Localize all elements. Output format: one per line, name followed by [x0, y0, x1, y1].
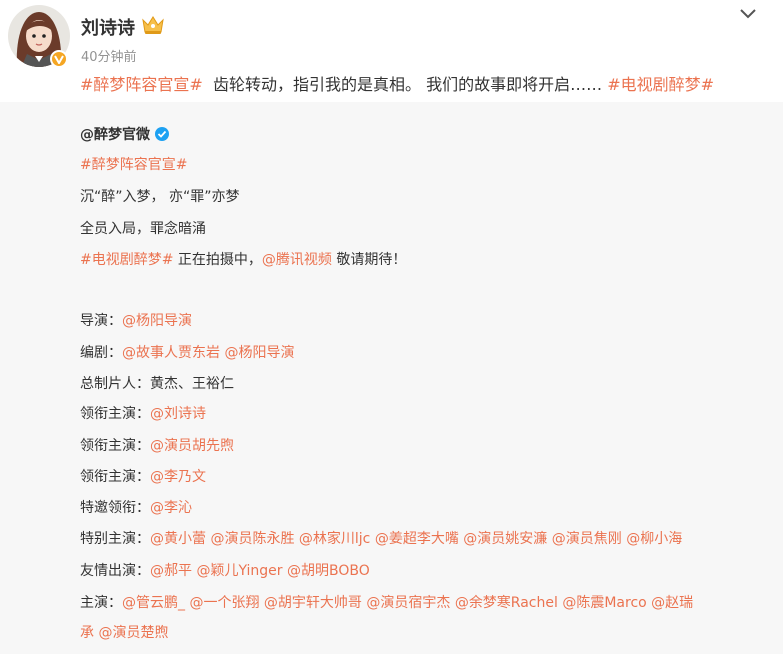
credit-line: 领衔主演：@刘诗诗 [80, 403, 206, 423]
verified-icon [155, 127, 169, 141]
quote-text: 正在拍摄中， [173, 252, 262, 268]
mention-link[interactable]: @演员焦刚 [552, 531, 626, 547]
credit-line: 领衔主演：@李乃文 [80, 466, 206, 486]
mention-link[interactable]: @演员陈永胜 [210, 531, 298, 547]
post-body: 齿轮转动，指引我的是真相。 我们的故事即将开启…… [213, 75, 603, 94]
credit-label: 总制片人： [80, 376, 150, 392]
credit-label: 主演： [80, 595, 122, 611]
mention-link[interactable]: @刘诗诗 [150, 406, 206, 422]
mention-link[interactable]: @林家川ljc [299, 531, 375, 547]
mention-link[interactable]: @故事人贾东岩 [122, 345, 224, 361]
mention-link[interactable]: @颖儿Yinger [196, 563, 287, 579]
credit-line: 导演：@杨阳导演 [80, 310, 192, 330]
credit-line: 领衔主演：@演员胡先煦 [80, 435, 234, 455]
quote-line: 沉“醉”入梦， 亦“罪”亦梦 [80, 189, 240, 205]
credit-line: 总制片人：黄杰、王裕仁 [80, 373, 234, 393]
quote-author-name[interactable]: @醉梦官微 [80, 124, 150, 144]
hashtag-link[interactable]: #电视剧醉梦# [80, 252, 173, 268]
mention-link[interactable]: @演员楚煦 [98, 625, 168, 641]
quote-line: #醉梦阵容官宣# [80, 154, 187, 174]
credit-label: 编剧： [80, 345, 122, 361]
weibo-post: 刘诗诗 40分钟前 #醉梦阵容官宣# 齿轮转动，指引我的是真相。 我们的故事即将… [0, 0, 783, 654]
credit-line: 承 @演员楚煦 [80, 622, 168, 642]
credit-names: 黄杰、王裕仁 [150, 376, 234, 392]
crown-icon[interactable] [141, 14, 165, 40]
mention-link[interactable]: @一个张翔 [189, 595, 263, 611]
mention-link[interactable]: @杨阳导演 [122, 313, 192, 329]
quote-text: 敬请期待！ [331, 252, 407, 268]
hashtag-link[interactable]: #醉梦阵容官宣# [80, 157, 187, 173]
mention-link[interactable]: @腾讯视频 [262, 252, 332, 268]
mention-link-continued[interactable]: 承 [80, 625, 98, 641]
credit-label: 特别主演： [80, 531, 150, 547]
quote-line: #电视剧醉梦# 正在拍摄中，@腾讯视频 敬请期待！ [80, 249, 406, 269]
mention-link[interactable]: @杨阳导演 [224, 345, 294, 361]
mention-link[interactable]: @演员胡先煦 [150, 438, 234, 454]
quote-line: 全员入局，罪念暗涌 [80, 221, 206, 237]
mention-link[interactable]: @李乃文 [150, 469, 206, 485]
mention-link[interactable]: @余梦寒Rachel [455, 595, 563, 611]
mention-link[interactable]: @姜超李大嘴 [375, 531, 463, 547]
post-text: #醉梦阵容官宣# 齿轮转动，指引我的是真相。 我们的故事即将开启…… #电视剧醉… [80, 71, 770, 95]
credit-line: 编剧：@故事人贾东岩 @杨阳导演 [80, 342, 294, 362]
credit-line: 友情出演：@郝平 @颖儿Yinger @胡明BOBO [80, 560, 370, 580]
credit-label: 领衔主演： [80, 406, 150, 422]
mention-link[interactable]: @李沁 [150, 500, 192, 516]
hashtag-link[interactable]: #电视剧醉梦# [607, 75, 714, 94]
credit-label: 领衔主演： [80, 469, 150, 485]
username[interactable]: 刘诗诗 [81, 14, 135, 40]
credit-label: 特邀领衔： [80, 500, 150, 516]
mention-link[interactable]: @黄小蕾 [150, 531, 210, 547]
mention-link[interactable]: @郝平 [150, 563, 196, 579]
credit-label: 导演： [80, 313, 122, 329]
mention-link[interactable]: @管云鹏_ [122, 595, 189, 611]
quote-author[interactable]: @醉梦官微 [80, 124, 170, 144]
credit-label: 领衔主演： [80, 438, 150, 454]
credit-label: 友情出演： [80, 563, 150, 579]
mention-link[interactable]: @赵瑞 [651, 595, 693, 611]
hashtag-link[interactable]: #醉梦阵容官宣# [80, 75, 203, 94]
credit-line: 特邀领衔：@李沁 [80, 497, 192, 517]
mention-link[interactable]: @柳小海 [626, 531, 682, 547]
mention-link[interactable]: @胡宇轩大帅哥 [264, 595, 366, 611]
mention-link[interactable]: @演员姚安濂 [463, 531, 551, 547]
mention-link[interactable]: @胡明BOBO [287, 563, 370, 579]
chevron-down-icon[interactable] [738, 6, 758, 25]
credit-line: 特别主演：@黄小蕾 @演员陈永胜 @林家川ljc @姜超李大嘴 @演员姚安濂 @… [80, 528, 682, 548]
mention-link[interactable]: @演员宿宇杰 [366, 595, 454, 611]
post-timestamp[interactable]: 40分钟前 [81, 46, 137, 65]
vip-badge-icon [50, 50, 68, 68]
credit-line: 主演：@管云鹏_ @一个张翔 @胡宇轩大帅哥 @演员宿宇杰 @余梦寒Rachel… [80, 592, 693, 612]
mention-link[interactable]: @陈震Marco [562, 595, 651, 611]
